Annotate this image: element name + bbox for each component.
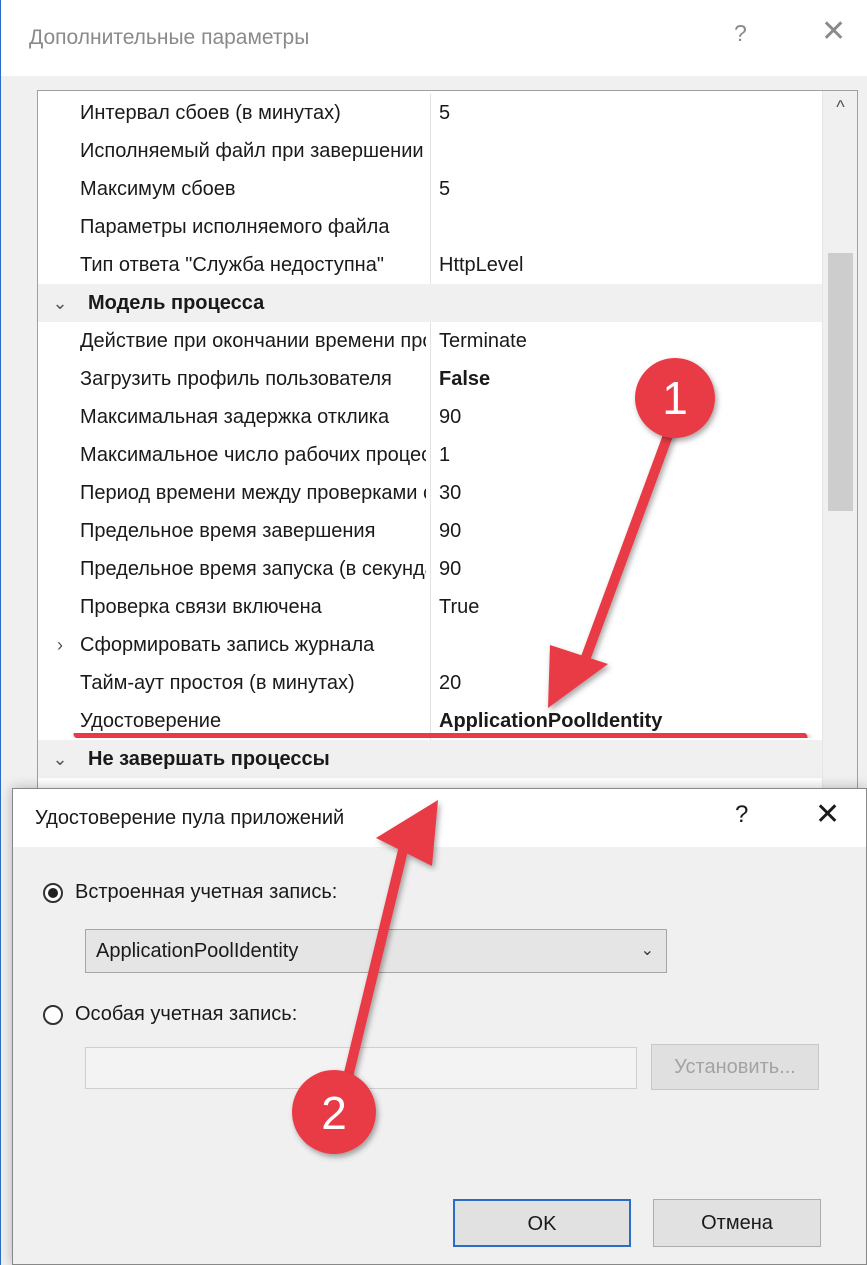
- property-row[interactable]: › Сформировать запись журнала: [38, 626, 822, 664]
- property-name: Период времени между проверками связи: [80, 482, 426, 504]
- builtin-account-value: ApplicationPoolIdentity: [96, 940, 299, 962]
- property-value[interactable]: 5: [430, 170, 820, 208]
- property-name: Исполняемый файл при завершении сбоя: [80, 140, 426, 162]
- chevron-right-icon[interactable]: ›: [48, 626, 72, 664]
- property-value[interactable]: 90: [430, 550, 820, 588]
- property-name: Максимальное число рабочих процессов: [80, 444, 426, 466]
- app-pool-identity-dialog: Удостоверение пула приложений ? ✕ Встрое…: [12, 788, 867, 1265]
- property-row[interactable]: Интервал сбоев (в минутах) 5: [38, 94, 822, 132]
- property-name: Загрузить профиль пользователя: [80, 368, 392, 390]
- property-row[interactable]: Предельное время запуска (в секундах) 90: [38, 550, 822, 588]
- property-row[interactable]: Проверка связи включена True: [38, 588, 822, 626]
- custom-account-radio[interactable]: [43, 1004, 63, 1025]
- builtin-account-select[interactable]: ApplicationPoolIdentity ⌄: [85, 929, 667, 973]
- property-name: Интервал сбоев (в минутах): [80, 102, 341, 124]
- app-pool-identity-title: Удостоверение пула приложений: [35, 807, 345, 829]
- close-icon[interactable]: ✕: [815, 797, 840, 832]
- property-name: Удостоверение: [80, 710, 222, 732]
- property-name: Максимум сбоев: [80, 178, 236, 200]
- cancel-button[interactable]: Отмена: [653, 1199, 821, 1247]
- scrollbar-thumb[interactable]: [828, 253, 853, 511]
- property-row[interactable]: Исполняемый файл при завершении сбоя: [38, 132, 822, 170]
- property-value[interactable]: 90: [430, 512, 820, 550]
- property-row[interactable]: Предельное время завершения 90: [38, 512, 822, 550]
- chevron-down-icon[interactable]: ⌄: [48, 740, 72, 778]
- property-row[interactable]: Параметры исполняемого файла: [38, 208, 822, 246]
- category-label: Не завершать процессы: [88, 748, 330, 770]
- property-value[interactable]: 1: [430, 436, 820, 474]
- property-name: Предельное время завершения: [80, 520, 376, 542]
- chevron-down-icon[interactable]: ⌄: [641, 930, 654, 972]
- category-row[interactable]: ⌄ Модель процесса: [38, 284, 822, 322]
- property-grid: Интервал сбоев (в минутах) 5 Исполняемый ф…: [37, 90, 858, 790]
- property-name: Проверка связи включена: [80, 596, 322, 618]
- advanced-settings-titlebar: Дополнительные параметры ? ✕: [1, 0, 867, 76]
- chevron-down-icon[interactable]: ⌄: [48, 284, 72, 322]
- property-name: Предельное время запуска (в секундах): [80, 558, 426, 580]
- property-row[interactable]: Максимальная задержка отклика 90: [38, 398, 822, 436]
- builtin-account-label: Встроенная учетная запись:: [75, 881, 338, 903]
- property-row[interactable]: Тайм-аут простоя (в минутах) 20: [38, 664, 822, 702]
- property-name: Тайм-аут простоя (в минутах): [80, 672, 355, 694]
- help-button[interactable]: ?: [735, 801, 748, 829]
- property-row[interactable]: Загрузить профиль пользователя False: [38, 360, 822, 398]
- app-pool-identity-titlebar: Удостоверение пула приложений ? ✕: [13, 789, 866, 847]
- builtin-account-option[interactable]: Встроенная учетная запись:: [43, 881, 337, 904]
- property-value[interactable]: True: [430, 588, 820, 626]
- property-value[interactable]: HttpLevel: [430, 246, 820, 284]
- help-button[interactable]: ?: [734, 20, 747, 47]
- vertical-scrollbar[interactable]: ^: [822, 91, 857, 789]
- property-name: Параметры исполняемого файла: [80, 216, 390, 238]
- property-value[interactable]: [430, 132, 820, 170]
- set-button[interactable]: Установить...: [651, 1044, 819, 1090]
- property-row[interactable]: Максимальное число рабочих процессов 1: [38, 436, 822, 474]
- custom-account-field[interactable]: [85, 1047, 637, 1089]
- property-row[interactable]: Действие при окончании времени простояTe…: [38, 322, 822, 360]
- property-value[interactable]: [430, 208, 820, 246]
- property-value[interactable]: 20: [430, 664, 820, 702]
- scroll-up-icon[interactable]: ^: [823, 97, 857, 118]
- property-row[interactable]: Удостоверение ApplicationPoolIdentity: [38, 702, 822, 740]
- property-row[interactable]: Тип ответа "Служба недоступна" HttpLevel: [38, 246, 822, 284]
- property-value[interactable]: 30: [430, 474, 820, 512]
- advanced-settings-title: Дополнительные параметры: [29, 26, 310, 49]
- property-rows: Интервал сбоев (в минутах) 5 Исполняемый ф…: [38, 94, 822, 778]
- property-value[interactable]: 90: [430, 398, 820, 436]
- builtin-account-radio[interactable]: [43, 882, 63, 903]
- property-value[interactable]: Terminate: [430, 322, 820, 360]
- property-name: Сформировать запись журнала: [80, 634, 375, 656]
- property-row[interactable]: Период времени между проверками связи30: [38, 474, 822, 512]
- close-icon[interactable]: ✕: [821, 14, 846, 49]
- property-name: Максимальная задержка отклика: [80, 406, 390, 428]
- property-name: Тип ответа "Служба недоступна": [80, 254, 384, 276]
- property-value[interactable]: [430, 626, 820, 664]
- custom-account-option[interactable]: Особая учетная запись:: [43, 1003, 297, 1026]
- property-value[interactable]: 5: [430, 94, 820, 132]
- property-row[interactable]: Максимум сбоев 5: [38, 170, 822, 208]
- category-label: Модель процесса: [88, 292, 265, 314]
- property-name: Действие при окончании времени простоя: [80, 330, 426, 352]
- custom-account-label: Особая учетная запись:: [75, 1003, 298, 1025]
- category-row[interactable]: ⌄ Не завершать процессы: [38, 740, 822, 778]
- property-value[interactable]: False: [430, 360, 820, 398]
- ok-button[interactable]: OK: [453, 1199, 631, 1247]
- property-value[interactable]: ApplicationPoolIdentity: [430, 702, 820, 740]
